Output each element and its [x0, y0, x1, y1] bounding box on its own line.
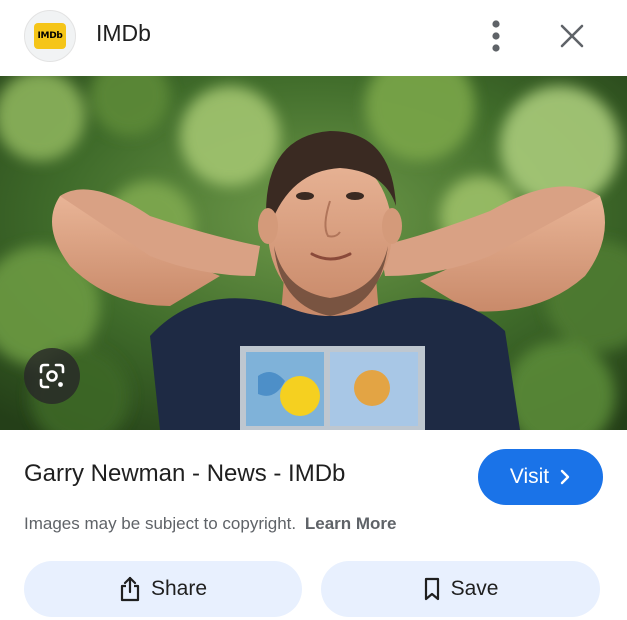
bookmark-icon: [424, 577, 439, 601]
close-icon: [560, 24, 584, 48]
header: IMDb IMDb: [0, 0, 627, 76]
image-preview-panel: IMDb IMDb Garry Newman - News - IMDb Vis…: [0, 0, 627, 620]
close-button[interactable]: [552, 16, 592, 56]
save-button[interactable]: Save: [321, 561, 600, 617]
photo-illustration: [0, 76, 627, 430]
site-favicon: IMDb: [24, 10, 76, 62]
share-button[interactable]: Share: [24, 561, 302, 617]
visit-button[interactable]: Visit: [478, 449, 603, 505]
more-vert-icon: [492, 20, 500, 52]
share-button-label: Share: [150, 577, 208, 600]
copyright-text: Images may be subject to copyright.: [24, 514, 297, 533]
chevron-right-icon: [560, 469, 570, 485]
lens-search-button[interactable]: [24, 348, 80, 404]
imdb-logo: IMDb: [34, 23, 66, 49]
more-options-button[interactable]: [478, 14, 514, 58]
lens-icon: [39, 363, 65, 389]
result-image[interactable]: [0, 76, 627, 430]
save-button-label: Save: [450, 577, 499, 600]
share-icon: [120, 576, 140, 602]
copyright-notice: Images may be subject to copyright. Lear…: [24, 514, 397, 534]
site-name: IMDb: [96, 20, 151, 46]
visit-button-label: Visit: [509, 465, 550, 488]
learn-more-link[interactable]: Learn More: [305, 514, 397, 533]
result-title[interactable]: Garry Newman - News - IMDb: [24, 460, 345, 488]
